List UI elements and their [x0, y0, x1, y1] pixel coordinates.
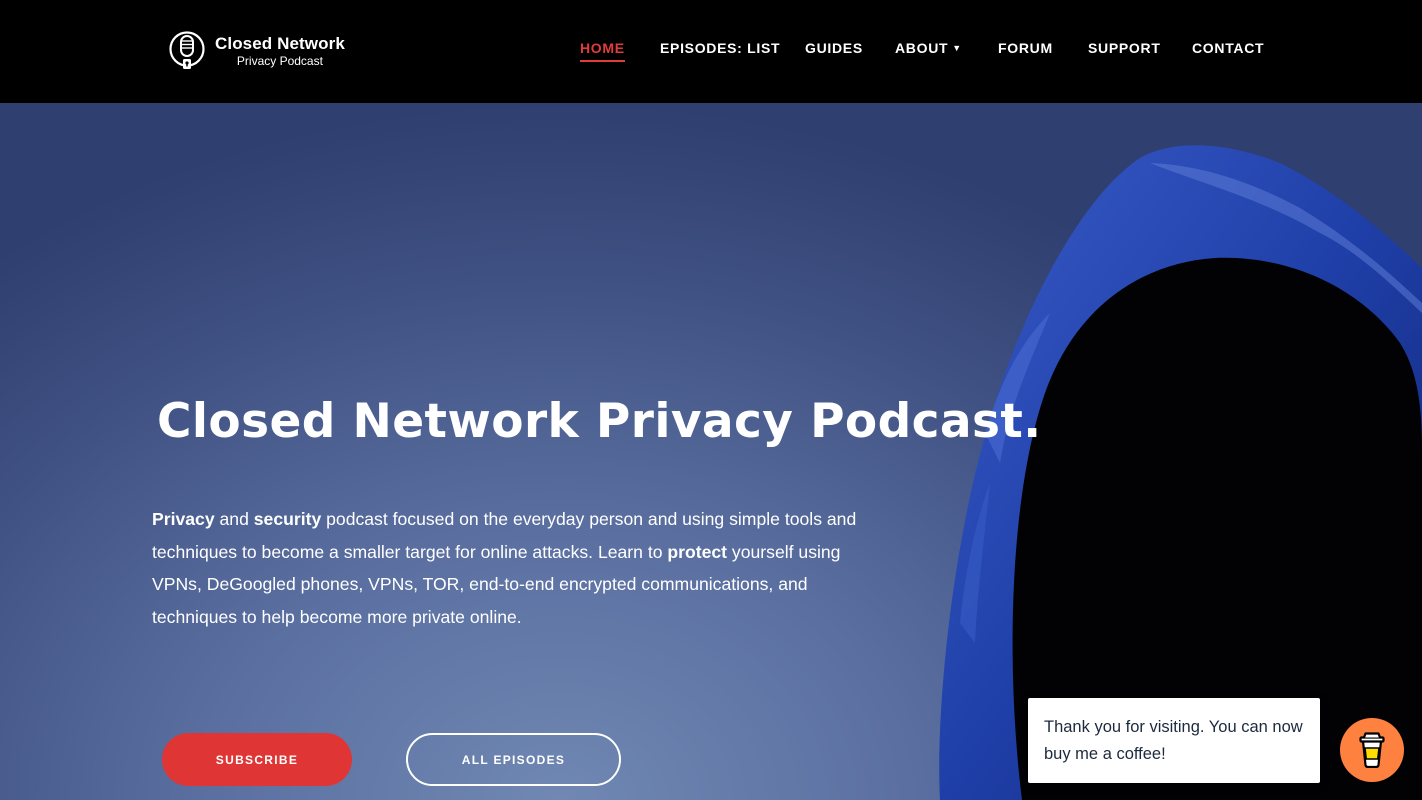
nav-support[interactable]: SUPPORT	[1088, 38, 1161, 58]
coffee-message: Thank you for visiting. You can now buy …	[1044, 718, 1303, 763]
hero-section: Closed Network Privacy Podcast. Privacy …	[0, 103, 1422, 800]
hero-description: Privacy and security podcast focused on …	[152, 503, 892, 633]
nav-forum[interactable]: FORUM	[998, 38, 1053, 58]
nav-support-label: SUPPORT	[1088, 40, 1161, 56]
nav-guides-label: GUIDES	[805, 40, 863, 56]
nav-episodes-list[interactable]: EPISODES: LIST	[660, 38, 780, 58]
nav-forum-label: FORUM	[998, 40, 1053, 56]
brand-subtitle: Privacy Podcast	[236, 53, 323, 68]
nav-home-label: HOME	[580, 40, 625, 56]
site-header: Closed Network Privacy Podcast HOME EPIS…	[0, 0, 1422, 103]
nav-contact-label: CONTACT	[1192, 40, 1265, 56]
privacy-keyword: Privacy	[152, 509, 215, 529]
active-underline	[580, 60, 625, 62]
nav-about[interactable]: ABOUT ▼	[895, 38, 962, 58]
description-text-1: and	[214, 509, 254, 529]
microphone-icon	[169, 31, 205, 69]
brand-title: Closed Network	[215, 33, 345, 53]
subscribe-button-label: SUBSCRIBE	[215, 752, 299, 767]
nav-home[interactable]: HOME	[580, 38, 625, 62]
nav-guides[interactable]: GUIDES	[805, 38, 863, 58]
buy-me-a-coffee-button[interactable]	[1340, 718, 1404, 782]
nav-contact[interactable]: CONTACT	[1192, 38, 1264, 58]
nav-episodes-list-label: EPISODES: LIST	[660, 40, 781, 56]
protect-keyword: protect	[667, 541, 728, 562]
hero-title: Closed Network Privacy Podcast.	[157, 394, 1042, 449]
security-keyword: security	[253, 509, 322, 529]
all-episodes-button-label: ALL EPISODES	[461, 752, 566, 767]
subscribe-button[interactable]: SUBSCRIBE	[162, 733, 352, 786]
nav-about-label: ABOUT	[895, 40, 949, 56]
coffee-message-popup[interactable]: Thank you for visiting. You can now buy …	[1028, 698, 1320, 783]
coffee-cup-icon	[1359, 732, 1385, 768]
all-episodes-button[interactable]: ALL EPISODES	[406, 733, 621, 786]
chevron-down-icon: ▼	[952, 43, 962, 53]
site-logo[interactable]: Closed Network Privacy Podcast	[168, 30, 345, 72]
